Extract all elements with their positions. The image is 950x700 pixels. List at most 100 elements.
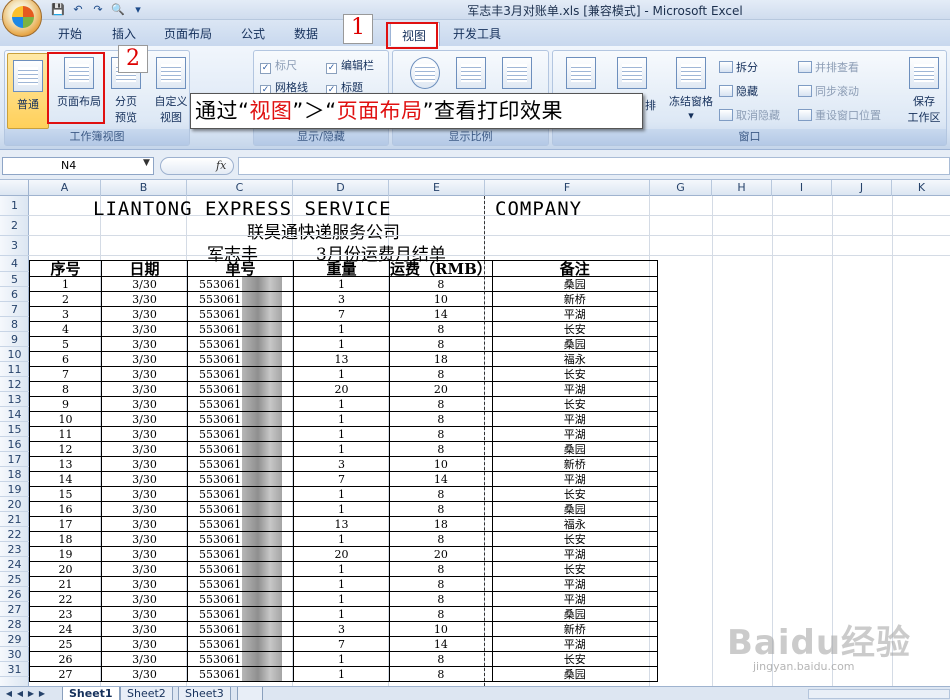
row-header-23[interactable]: 23	[0, 542, 29, 557]
table-cell[interactable]: 桑园	[491, 666, 658, 682]
table-cell[interactable]: 20	[293, 546, 390, 562]
table-cell[interactable]: 3	[29, 306, 102, 322]
table-cell[interactable]: 3/30	[101, 591, 188, 607]
freeze-panes-button[interactable]: 冻结窗格 ▾	[663, 57, 719, 125]
table-cell[interactable]: 553061	[187, 336, 294, 352]
table-cell[interactable]: 8	[389, 576, 493, 592]
table-cell[interactable]: 10	[389, 291, 493, 307]
table-cell[interactable]: 14	[389, 471, 493, 487]
table-cell[interactable]: 1	[293, 486, 390, 502]
table-cell[interactable]: 553061	[187, 306, 294, 322]
table-cell[interactable]: 27	[29, 666, 102, 682]
table-cell[interactable]: 1	[293, 666, 390, 682]
table-cell[interactable]: 553061	[187, 621, 294, 637]
tab-developer[interactable]: 开发工具	[453, 25, 501, 42]
table-cell[interactable]: 8	[389, 366, 493, 382]
table-cell[interactable]: 9	[29, 396, 102, 412]
table-cell[interactable]: 8	[389, 651, 493, 667]
table-cell[interactable]: 18	[389, 516, 493, 532]
table-cell[interactable]: 平湖	[491, 471, 658, 487]
insert-sheet-icon[interactable]	[237, 687, 263, 700]
column-header-d[interactable]: D	[293, 180, 389, 196]
row-header-9[interactable]: 9	[0, 332, 29, 347]
table-cell[interactable]: 3/30	[101, 651, 188, 667]
table-cell[interactable]: 3/30	[101, 291, 188, 307]
table-cell[interactable]: 3/30	[101, 516, 188, 532]
row-header-6[interactable]: 6	[0, 287, 29, 302]
table-cell[interactable]: 553061	[187, 441, 294, 457]
table-cell[interactable]: 3/30	[101, 441, 188, 457]
table-cell[interactable]: 26	[29, 651, 102, 667]
column-header-e[interactable]: E	[389, 180, 485, 196]
table-cell[interactable]: 8	[389, 486, 493, 502]
row-header-1[interactable]: 1	[0, 196, 29, 216]
table-cell[interactable]: 3/30	[101, 321, 188, 337]
table-cell[interactable]: 14	[389, 306, 493, 322]
row-header-8[interactable]: 8	[0, 317, 29, 332]
table-cell[interactable]: 8	[29, 381, 102, 397]
table-cell[interactable]: 1	[293, 321, 390, 337]
row-header-27[interactable]: 27	[0, 602, 29, 617]
table-cell[interactable]: 553061	[187, 531, 294, 547]
tab-home[interactable]: 开始	[58, 25, 82, 42]
table-cell[interactable]: 6	[29, 351, 102, 367]
table-cell[interactable]: 3/30	[101, 396, 188, 412]
table-cell[interactable]: 8	[389, 531, 493, 547]
table-cell[interactable]: 553061	[187, 546, 294, 562]
table-cell[interactable]: 3/30	[101, 426, 188, 442]
column-header-i[interactable]: I	[772, 180, 832, 196]
row-header-25[interactable]: 25	[0, 572, 29, 587]
table-cell[interactable]: 553061	[187, 381, 294, 397]
ruler-checkbox[interactable]: ✓ 标尺	[260, 57, 297, 74]
table-cell[interactable]: 福永	[491, 516, 658, 532]
table-cell[interactable]: 1	[293, 426, 390, 442]
row-header-22[interactable]: 22	[0, 527, 29, 542]
insert-function-icon[interactable]: fx	[216, 159, 226, 172]
table-cell[interactable]: 3/30	[101, 276, 188, 292]
table-cell[interactable]: 1	[293, 606, 390, 622]
table-cell[interactable]: 1	[293, 441, 390, 457]
tab-data[interactable]: 数据	[294, 25, 318, 42]
table-cell[interactable]: 1	[293, 336, 390, 352]
table-cell[interactable]: 7	[293, 636, 390, 652]
table-cell[interactable]: 553061	[187, 426, 294, 442]
formula-bar-checkbox[interactable]: ✓ 编辑栏	[326, 57, 374, 74]
table-cell[interactable]: 1	[293, 576, 390, 592]
table-cell[interactable]: 3/30	[101, 546, 188, 562]
select-all-corner[interactable]	[0, 180, 29, 196]
table-cell[interactable]: 3/30	[101, 576, 188, 592]
row-header-3[interactable]: 3	[0, 236, 29, 256]
normal-view-button[interactable]: 普通	[7, 53, 49, 129]
table-cell[interactable]: 1	[293, 651, 390, 667]
sheet-tab-3[interactable]: Sheet3	[178, 687, 231, 700]
column-header-c[interactable]: C	[187, 180, 293, 196]
table-cell[interactable]: 桑园	[491, 606, 658, 622]
column-header-f[interactable]: F	[485, 180, 650, 196]
table-cell[interactable]: 14	[29, 471, 102, 487]
table-cell[interactable]: 20	[293, 381, 390, 397]
table-cell[interactable]: 19	[29, 546, 102, 562]
table-cell[interactable]: 553061	[187, 516, 294, 532]
column-header-j[interactable]: J	[832, 180, 892, 196]
row-header-10[interactable]: 10	[0, 347, 29, 362]
table-cell[interactable]: 8	[389, 666, 493, 682]
table-cell[interactable]: 3/30	[101, 531, 188, 547]
row-header-5[interactable]: 5	[0, 272, 29, 287]
table-cell[interactable]: 平湖	[491, 576, 658, 592]
table-cell[interactable]: 平湖	[491, 591, 658, 607]
sheet-tab-2[interactable]: Sheet2	[120, 687, 173, 700]
table-cell[interactable]: 8	[389, 591, 493, 607]
row-header-20[interactable]: 20	[0, 497, 29, 512]
row-header-24[interactable]: 24	[0, 557, 29, 572]
row-header-12[interactable]: 12	[0, 377, 29, 392]
table-cell[interactable]: 3	[293, 456, 390, 472]
table-cell[interactable]: 3/30	[101, 606, 188, 622]
row-header-26[interactable]: 26	[0, 587, 29, 602]
table-cell[interactable]: 7	[293, 471, 390, 487]
table-cell[interactable]: 23	[29, 606, 102, 622]
table-cell[interactable]: 24	[29, 621, 102, 637]
table-cell[interactable]: 桑园	[491, 501, 658, 517]
first-sheet-icon[interactable]: ◀	[4, 687, 14, 700]
table-cell[interactable]: 1	[29, 276, 102, 292]
worksheet-grid[interactable]: LIANTONG EXPRESS SERVICE COMPANY 联昊通快递服务…	[29, 196, 950, 686]
